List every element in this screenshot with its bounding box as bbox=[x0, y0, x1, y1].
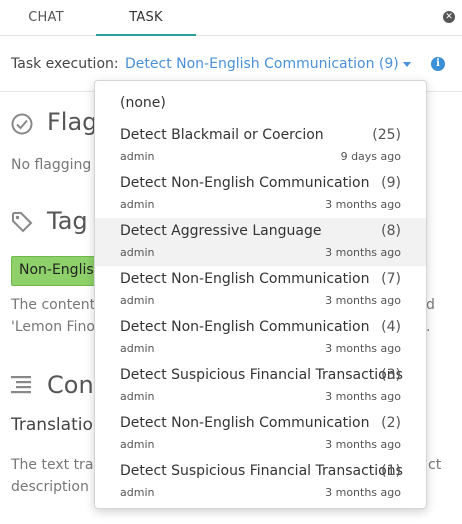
tag-chip-label: Non-Englis bbox=[19, 262, 94, 278]
content-title: Con bbox=[47, 371, 94, 399]
flag-title: Flag bbox=[47, 108, 98, 136]
option-age: 3 months ago bbox=[325, 486, 401, 499]
option-name: Detect Blackmail or Coercion bbox=[120, 127, 324, 143]
option-age: 3 months ago bbox=[325, 246, 401, 259]
option-user: admin bbox=[120, 294, 155, 307]
translation-title: Translatio bbox=[11, 415, 93, 435]
option-count: (1) bbox=[381, 463, 401, 479]
task-execution-dropdown: (none) Detect Blackmail or Coercion (25)… bbox=[94, 80, 427, 509]
dropdown-option[interactable]: Detect Suspicious Financial Transactions… bbox=[95, 362, 426, 410]
option-age: 3 months ago bbox=[325, 342, 401, 355]
tag-icon bbox=[12, 212, 33, 233]
lines-icon bbox=[11, 376, 31, 394]
option-user: admin bbox=[120, 342, 155, 355]
content-text-right1: ct bbox=[428, 457, 442, 473]
flag-text: No flagging bbox=[11, 157, 92, 173]
content-text-line2: description i bbox=[11, 479, 98, 495]
option-age: 3 months ago bbox=[325, 390, 401, 403]
option-name: Detect Non-English Communication bbox=[120, 271, 370, 287]
tab-bar: CHAT TASK ✕ bbox=[0, 0, 462, 36]
close-icon[interactable]: ✕ bbox=[443, 11, 455, 23]
option-count: (9) bbox=[381, 175, 401, 191]
tab-task[interactable]: TASK bbox=[96, 0, 196, 36]
task-execution-value: Detect Non-English Communication (9) bbox=[125, 56, 399, 72]
dropdown-option[interactable]: Detect Blackmail or Coercion (25) admin … bbox=[95, 122, 426, 170]
option-user: admin bbox=[120, 438, 155, 451]
option-count: (4) bbox=[381, 319, 401, 335]
tags-text-right1: d bbox=[426, 297, 435, 313]
dropdown-option-none[interactable]: (none) bbox=[120, 95, 166, 111]
check-circle-icon bbox=[11, 113, 33, 135]
dropdown-option[interactable]: Detect Non-English Communication (7) adm… bbox=[95, 266, 426, 314]
option-user: admin bbox=[120, 246, 155, 259]
option-user: admin bbox=[120, 150, 155, 163]
option-name: Detect Non-English Communication bbox=[120, 415, 370, 431]
dropdown-option-highlighted[interactable]: Detect Aggressive Language (8) admin 3 m… bbox=[95, 218, 426, 266]
tags-title: Tag bbox=[47, 207, 88, 235]
option-user: admin bbox=[120, 390, 155, 403]
option-name: Detect Suspicious Financial Transactions bbox=[120, 463, 403, 479]
option-name: Detect Suspicious Financial Transactions bbox=[120, 367, 403, 383]
option-age: 9 days ago bbox=[340, 150, 401, 163]
option-age: 3 months ago bbox=[325, 438, 401, 451]
option-name: Detect Aggressive Language bbox=[120, 223, 322, 239]
option-age: 3 months ago bbox=[325, 294, 401, 307]
task-execution-select[interactable]: Detect Non-English Communication (9) bbox=[125, 56, 411, 72]
option-count: (7) bbox=[381, 271, 401, 287]
tags-text-line2: 'Lemon Fino' bbox=[11, 319, 99, 335]
dropdown-option[interactable]: Detect Non-English Communication (2) adm… bbox=[95, 410, 426, 458]
tags-text-line1: The content bbox=[11, 297, 96, 313]
option-count: (8) bbox=[381, 223, 401, 239]
tab-chat[interactable]: CHAT bbox=[0, 0, 92, 35]
chevron-down-icon bbox=[402, 61, 411, 67]
option-name: Detect Non-English Communication bbox=[120, 175, 370, 191]
content-text-line1: The text tran bbox=[11, 457, 103, 473]
option-user: admin bbox=[120, 198, 155, 211]
option-name: Detect Non-English Communication bbox=[120, 319, 370, 335]
dropdown-option[interactable]: Detect Non-English Communication (9) adm… bbox=[95, 170, 426, 218]
option-age: 3 months ago bbox=[325, 198, 401, 211]
option-count: (25) bbox=[372, 127, 401, 143]
option-count: (3) bbox=[381, 367, 401, 383]
dropdown-option[interactable]: Detect Non-English Communication (4) adm… bbox=[95, 314, 426, 362]
option-user: admin bbox=[120, 486, 155, 499]
info-icon[interactable]: i bbox=[431, 57, 445, 71]
task-execution-label: Task execution: bbox=[11, 56, 119, 72]
dropdown-option[interactable]: Detect Suspicious Financial Transactions… bbox=[95, 458, 426, 506]
option-count: (2) bbox=[381, 415, 401, 431]
